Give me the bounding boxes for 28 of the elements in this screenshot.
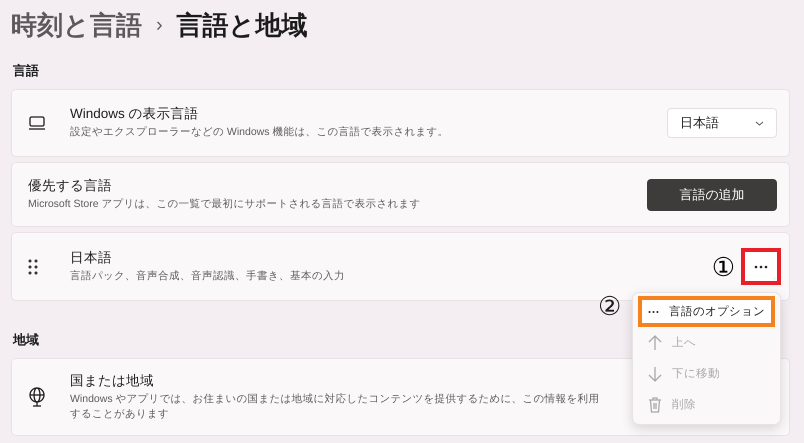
section-heading: 地域 bbox=[13, 331, 39, 349]
callout-number: ① bbox=[712, 254, 735, 280]
add-language-button[interactable]: 言語の追加 bbox=[647, 178, 777, 210]
language-dropdown[interactable]: 日本語 bbox=[667, 108, 777, 138]
breadcrumb-separator: › bbox=[156, 14, 163, 36]
drag-handle-icon[interactable] bbox=[28, 258, 38, 274]
trash-icon bbox=[648, 396, 662, 412]
setting-title: Windows の表示言語 bbox=[70, 105, 199, 124]
more-button[interactable] bbox=[741, 248, 781, 285]
arrow-up-icon bbox=[648, 334, 662, 350]
breadcrumb-link[interactable]: 時刻と言語 bbox=[11, 8, 142, 42]
chevron-down-icon bbox=[755, 120, 764, 126]
setting-title: 日本語 bbox=[70, 248, 112, 267]
more-icon bbox=[648, 310, 659, 314]
setting-description: 言語パック、音声合成、音声認識、手書き、基本の入力 bbox=[70, 268, 345, 284]
globe-icon bbox=[28, 387, 46, 407]
laptop-icon bbox=[28, 116, 46, 130]
arrow-down-icon bbox=[648, 366, 662, 382]
setting-title: 優先する言語 bbox=[28, 176, 112, 195]
setting-title: 国または地域 bbox=[70, 372, 154, 390]
setting-description: Windows やアプリでは、お住まいの国または地域に対応したコンテンツを提供するために、この情報を利用することがあります bbox=[70, 392, 601, 422]
callout-number: ② bbox=[598, 293, 622, 319]
menu-item[interactable]: 言語のオプション bbox=[638, 296, 775, 327]
section-heading: 言語 bbox=[13, 62, 39, 80]
setting-description: Microsoft Store アプリは、この一覧で最初にサポートされる言語で表示されます bbox=[28, 196, 421, 212]
more-icon bbox=[754, 264, 768, 268]
setting-description: 設定やエクスプローラーなどの Windows 機能は、この言語で表示されます。 bbox=[70, 125, 448, 140]
page-title: 言語と地域 bbox=[176, 8, 308, 42]
